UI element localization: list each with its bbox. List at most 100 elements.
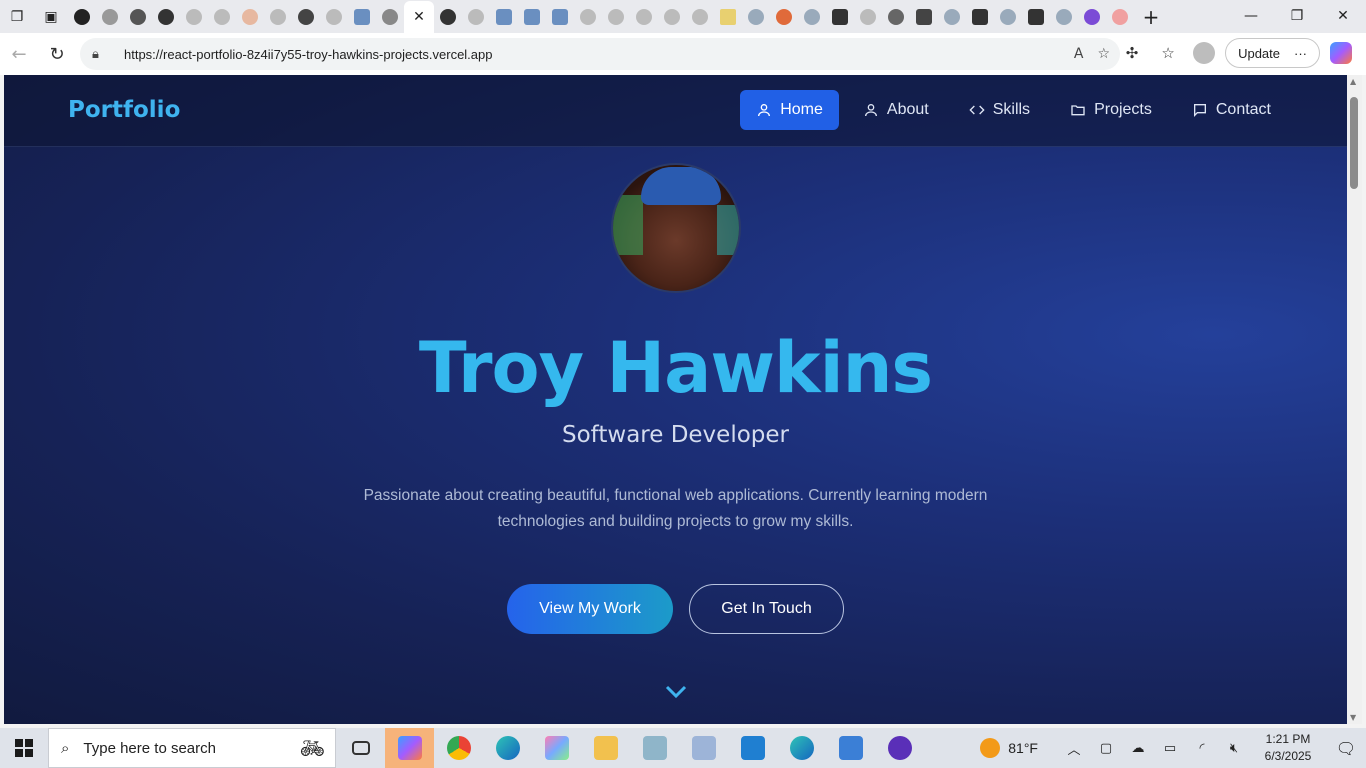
copilot-app-icon[interactable] — [385, 728, 434, 768]
photos-icon[interactable] — [826, 728, 875, 768]
tab-favicon[interactable] — [1106, 1, 1134, 33]
scroll-down-icon[interactable]: ▼ — [1350, 713, 1356, 722]
search-icon[interactable] — [798, 1, 826, 33]
onedrive-icon[interactable]: ☁ — [1122, 728, 1154, 768]
nav-home[interactable]: Home — [740, 90, 839, 130]
tab-favicon[interactable] — [658, 1, 686, 33]
new-tab-button[interactable]: + — [1134, 1, 1168, 33]
system-clock[interactable]: 1:21 PM 6/3/2025 — [1250, 731, 1326, 765]
tab-favicon[interactable] — [236, 1, 264, 33]
site-brand[interactable]: Portfolio — [68, 97, 180, 123]
edge-icon[interactable] — [777, 728, 826, 768]
url-text[interactable]: https://react-portfolio-8z4ii7y55-troy-h… — [124, 47, 493, 62]
windows-start-icon[interactable] — [0, 728, 48, 768]
tab-favicon[interactable] — [910, 1, 938, 33]
profile-photo — [611, 163, 741, 293]
favorites-icon[interactable]: ☆ — [1153, 38, 1183, 68]
tab-favicon[interactable] — [966, 1, 994, 33]
device-icon[interactable]: ▢ — [1090, 728, 1122, 768]
scroll-thumb[interactable] — [1350, 97, 1358, 189]
chevron-down-icon[interactable] — [665, 685, 687, 699]
volume-muted-icon[interactable]: 🔇︎ — [1218, 728, 1250, 768]
nav-about[interactable]: About — [847, 90, 945, 130]
scroll-up-icon[interactable]: ▲ — [1350, 77, 1356, 86]
extensions-icon[interactable]: ✣ — [1117, 38, 1147, 68]
back-icon[interactable]: ← — [0, 35, 38, 73]
linkedin-icon[interactable] — [546, 1, 574, 33]
tab-favicon[interactable] — [602, 1, 630, 33]
get-in-touch-button[interactable]: Get In Touch — [689, 584, 844, 634]
tab-favicon[interactable] — [854, 1, 882, 33]
tab-favicon[interactable] — [180, 1, 208, 33]
site-info-icon[interactable]: 🔒︎ — [92, 47, 110, 62]
app-icon[interactable] — [532, 728, 581, 768]
address-bar[interactable]: 🔒︎ https://react-portfolio-8z4ii7y55-tro… — [80, 38, 1120, 70]
profile-avatar[interactable] — [1189, 38, 1219, 68]
tab-favicon[interactable] — [292, 1, 320, 33]
close-icon[interactable]: ✕ — [413, 9, 425, 25]
edge-icon[interactable] — [483, 728, 532, 768]
app-icon[interactable] — [679, 728, 728, 768]
search-icon[interactable] — [938, 1, 966, 33]
tab-favicon[interactable] — [152, 1, 180, 33]
chrome-icon[interactable] — [434, 728, 483, 768]
more-icon[interactable]: ··· — [1294, 46, 1307, 61]
tab-favicon[interactable] — [770, 1, 798, 33]
tab-favicon[interactable] — [124, 1, 152, 33]
app-icon[interactable] — [630, 728, 679, 768]
linkedin-icon[interactable] — [348, 1, 376, 33]
tab-favicon[interactable] — [96, 1, 124, 33]
tab-favicon[interactable] — [264, 1, 292, 33]
nav-label: Skills — [992, 101, 1031, 118]
battery-icon[interactable]: ▭ — [1154, 728, 1186, 768]
search-icon[interactable] — [1050, 1, 1078, 33]
tab-favicon[interactable] — [882, 1, 910, 33]
nav-contact[interactable]: Contact — [1176, 90, 1287, 130]
workspaces-icon[interactable]: ❐ — [0, 1, 34, 33]
file-explorer-icon[interactable] — [581, 728, 630, 768]
minimize-icon[interactable]: — — [1228, 0, 1274, 32]
weather-widget[interactable]: 81°F — [980, 738, 1038, 758]
tab-favicon[interactable] — [462, 1, 490, 33]
search-icon[interactable] — [994, 1, 1022, 33]
tab-favicon[interactable] — [320, 1, 348, 33]
tab-favicon[interactable] — [68, 1, 96, 33]
tab-favicon[interactable] — [574, 1, 602, 33]
site-header: Portfolio Home About Skills Projects Con… — [4, 75, 1347, 147]
vscode-icon[interactable] — [728, 728, 777, 768]
read-aloud-icon[interactable]: A — [1074, 46, 1084, 62]
refresh-icon[interactable]: ↻ — [38, 35, 76, 73]
nav-skills[interactable]: Skills — [953, 90, 1046, 130]
app-icon[interactable] — [875, 728, 924, 768]
taskbar-search[interactable]: ⌕ Type here to search 🚲︎ — [48, 728, 336, 768]
github-icon[interactable] — [376, 1, 404, 33]
linkedin-icon[interactable] — [518, 1, 546, 33]
hero-title: Software Developer — [562, 422, 789, 448]
tab-favicon[interactable] — [686, 1, 714, 33]
active-tab[interactable]: ✕ — [404, 0, 434, 33]
tab-favicon[interactable] — [434, 1, 462, 33]
clock-time: 1:21 PM — [1265, 732, 1311, 746]
tab-favicon[interactable] — [1022, 1, 1050, 33]
tab-favicon[interactable] — [208, 1, 236, 33]
page-scrollbar[interactable]: ▲ ▼ — [1347, 75, 1362, 724]
restore-icon[interactable]: ❐ — [1274, 0, 1320, 32]
hero-section: Troy Hawkins Software Developer Passiona… — [4, 147, 1347, 724]
close-window-icon[interactable]: ✕ — [1320, 0, 1366, 32]
chevron-up-icon[interactable]: ︿ — [1058, 728, 1090, 768]
tab-favicon[interactable] — [714, 1, 742, 33]
linkedin-icon[interactable] — [490, 1, 518, 33]
tab-favicon[interactable] — [630, 1, 658, 33]
favorite-star-icon[interactable]: ☆ — [1097, 46, 1110, 62]
copilot-icon[interactable] — [1326, 38, 1356, 68]
tab-favicon[interactable] — [1078, 1, 1106, 33]
tab-actions-icon[interactable]: ▣ — [34, 1, 68, 33]
nav-projects[interactable]: Projects — [1054, 90, 1168, 130]
task-view-icon[interactable] — [336, 728, 385, 768]
notification-icon[interactable]: 🗨︎ — [1326, 728, 1366, 768]
view-my-work-button[interactable]: View My Work — [507, 584, 673, 634]
tab-favicon[interactable] — [826, 1, 854, 33]
search-icon[interactable] — [742, 1, 770, 33]
wifi-icon[interactable]: ◜ — [1186, 728, 1218, 768]
update-button[interactable]: Update ··· — [1225, 38, 1320, 68]
